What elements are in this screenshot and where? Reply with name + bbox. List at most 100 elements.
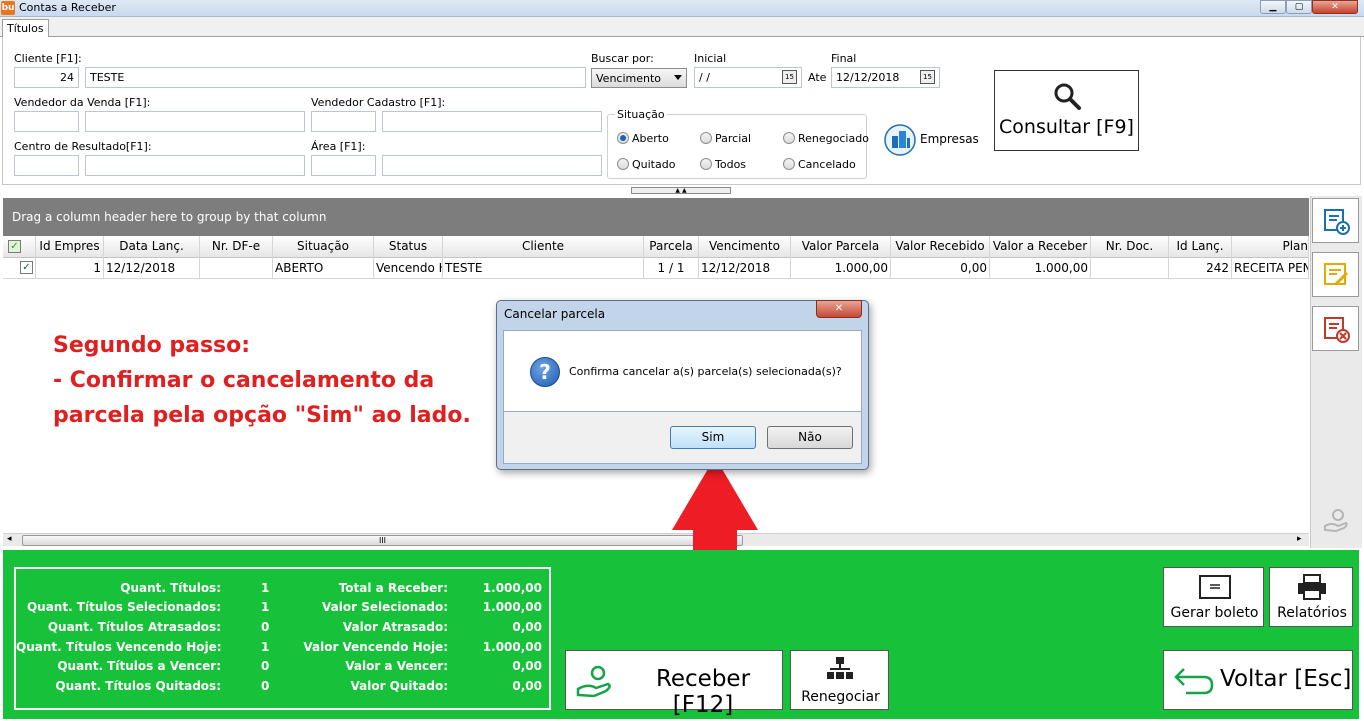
chevron-down-icon: [674, 75, 682, 80]
summary-label: Quant. Títulos Selecionados:: [26, 600, 221, 614]
summary-value: 0: [261, 679, 270, 693]
area-code-input[interactable]: [311, 155, 376, 176]
summary-label: Valor a Vencer:: [345, 659, 448, 673]
window-close-button[interactable]: ✕: [1312, 0, 1358, 14]
edit-document-button[interactable]: [1312, 252, 1359, 297]
add-document-icon: [1324, 209, 1350, 235]
bottom-panel: Quant. Títulos: 1 Quant. Títulos Selecio…: [3, 550, 1359, 719]
calendar-icon[interactable]: 15: [782, 70, 797, 84]
relatorios-button[interactable]: Relatórios: [1269, 567, 1353, 627]
voltar-button[interactable]: Voltar [Esc]: [1163, 650, 1353, 710]
column-header[interactable]: Vencimento: [699, 236, 791, 258]
group-by-panel[interactable]: Drag a column header here to group by th…: [3, 198, 1309, 236]
select-all-checkbox[interactable]: ✓: [8, 240, 21, 253]
cancel-document-icon: [1324, 317, 1350, 343]
disabled-payment-button[interactable]: [1312, 498, 1359, 543]
question-icon: ?: [530, 357, 560, 387]
summary-value: 0,00: [512, 620, 542, 634]
vendedor-venda-label: Vendedor da Venda [F1]:: [14, 96, 151, 109]
cliente-code-input[interactable]: 24: [14, 67, 79, 88]
cell-vencimento: 12/12/2018: [699, 258, 791, 279]
column-header[interactable]: Valor Parcela: [791, 236, 891, 258]
summary-value: 1: [261, 581, 270, 595]
tab-titulos[interactable]: Títulos: [2, 19, 49, 37]
maximize-button[interactable]: ▢: [1286, 0, 1312, 14]
renegociar-button[interactable]: Renegociar: [790, 650, 889, 710]
dialog-content: ? Confirma cancelar a(s) parcela(s) sele…: [503, 330, 862, 412]
summary-label: Valor Vencendo Hoje:: [303, 640, 448, 654]
vendedor-venda-name-input[interactable]: [85, 111, 305, 132]
centro-resultado-name-input[interactable]: [85, 155, 305, 176]
table-row[interactable]: ✓ 1 12/12/2018 ABERTO Vencendo H TESTE 1…: [3, 258, 1309, 279]
centro-resultado-code-input[interactable]: [14, 155, 79, 176]
cell-nr-dfe: [200, 258, 273, 279]
column-header[interactable]: Id Empres: [36, 236, 104, 258]
column-header[interactable]: Situação: [273, 236, 374, 258]
empresas-button[interactable]: Empresas: [884, 124, 984, 156]
column-header[interactable]: Valor a Receber: [990, 236, 1091, 258]
vendedor-venda-code-input[interactable]: [14, 111, 79, 132]
column-header[interactable]: Nr. Doc.: [1091, 236, 1169, 258]
column-header[interactable]: Data Lanç.: [104, 236, 200, 258]
column-header[interactable]: Nr. DF-e: [200, 236, 273, 258]
cliente-label: Cliente [F1]:: [14, 52, 82, 65]
row-checkbox[interactable]: ✓: [20, 261, 33, 274]
summary-label: Valor Quitado:: [350, 679, 448, 693]
radio-cancelado-label: Cancelado: [798, 158, 856, 171]
sim-button[interactable]: Sim: [670, 426, 756, 449]
radio-renegociado[interactable]: [783, 132, 795, 144]
scroll-right-arrow[interactable]: ▸: [1297, 534, 1302, 544]
summary-value: 0: [261, 659, 270, 673]
gerar-boleto-button[interactable]: Gerar boleto: [1163, 567, 1264, 627]
nao-button[interactable]: Não: [767, 426, 853, 449]
radio-renegociado-label: Renegociado: [798, 132, 869, 145]
column-header[interactable]: Plan: [1232, 236, 1309, 258]
cancel-parcela-dialog: Cancelar parcela ✕ ? Confirma cancelar a…: [496, 300, 869, 470]
column-header[interactable]: Valor Recebido: [891, 236, 990, 258]
cancel-document-button[interactable]: [1312, 306, 1359, 351]
horizontal-scrollbar[interactable]: ◂ III ▸: [3, 533, 1309, 546]
summary-value: 1.000,00: [482, 600, 542, 614]
relatorios-label: Relatórios: [1277, 605, 1347, 621]
cliente-name-input[interactable]: TESTE: [85, 67, 586, 88]
minimize-button[interactable]: ▁: [1260, 0, 1286, 14]
receber-label: Receber [F12]: [655, 666, 751, 718]
dialog-message: Confirma cancelar a(s) parcela(s) seleci…: [569, 365, 842, 378]
radio-quitado-label: Quitado: [632, 158, 676, 171]
column-header[interactable]: Cliente: [443, 236, 644, 258]
row-select-cell[interactable]: ✓: [3, 258, 36, 279]
return-arrow-icon: [1174, 668, 1214, 695]
area-name-input[interactable]: [382, 155, 602, 176]
radio-parcial-label: Parcial: [715, 132, 752, 145]
summary-label: Valor Atrasado:: [342, 620, 448, 634]
vendedor-cadastro-code-input[interactable]: [311, 111, 376, 132]
cell-situacao: ABERTO: [273, 258, 374, 279]
receber-button[interactable]: Receber [F12]: [565, 650, 783, 718]
column-header[interactable]: Id Lanç.: [1169, 236, 1232, 258]
calendar-icon[interactable]: 15: [920, 70, 935, 84]
scroll-left-arrow[interactable]: ◂: [7, 534, 12, 544]
summary-label: Total a Receber:: [338, 581, 448, 595]
column-header[interactable]: Status: [374, 236, 443, 258]
radio-aberto[interactable]: [617, 132, 629, 144]
scroll-thumb[interactable]: III: [22, 535, 743, 546]
radio-parcial[interactable]: [700, 132, 712, 144]
buscar-por-select[interactable]: Vencimento: [591, 68, 687, 88]
panel-splitter[interactable]: ▲ ▲: [631, 187, 731, 194]
column-header[interactable]: Parcela: [644, 236, 699, 258]
summary-label: Quant. Títulos Atrasados:: [47, 620, 221, 634]
final-date-value: 12/12/2018: [836, 71, 900, 84]
vendedor-cadastro-name-input[interactable]: [382, 111, 602, 132]
select-all-header[interactable]: ✓: [3, 236, 36, 258]
barcode-icon: [1199, 575, 1231, 599]
radio-todos[interactable]: [700, 158, 712, 170]
summary-label: Quant. Títulos a Vencer:: [57, 659, 221, 673]
radio-cancelado[interactable]: [783, 158, 795, 170]
radio-quitado[interactable]: [617, 158, 629, 170]
summary-value: 1.000,00: [482, 640, 542, 654]
situacao-label: Situação: [615, 108, 667, 121]
add-document-button[interactable]: [1312, 198, 1359, 243]
cell-id-empresa: 1: [36, 258, 104, 279]
dialog-close-button[interactable]: ✕: [816, 300, 862, 318]
consultar-button[interactable]: Consultar [F9]: [994, 70, 1139, 151]
